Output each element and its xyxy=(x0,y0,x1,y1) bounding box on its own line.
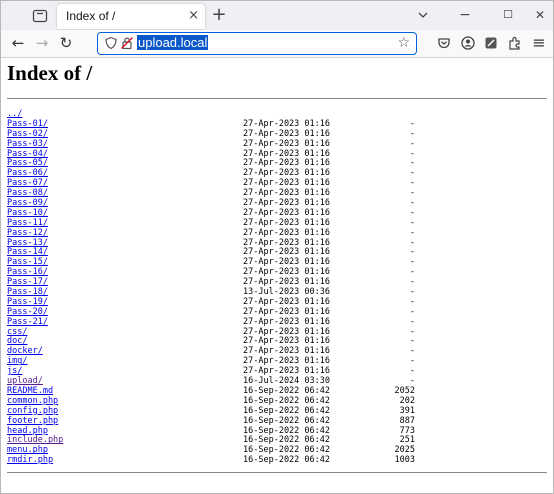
extension-icon[interactable] xyxy=(483,35,499,51)
listing-row: Pass-09/27-Apr-2023 01:16- xyxy=(7,198,427,209)
listing-row: Pass-12/27-Apr-2023 01:16- xyxy=(7,228,427,239)
listing-row: Pass-19/27-Apr-2023 01:16- xyxy=(7,297,427,308)
reload-button[interactable]: ↻ xyxy=(57,34,75,52)
menu-button[interactable]: ≡ xyxy=(530,34,548,52)
maximize-button[interactable]: ☐ xyxy=(499,6,517,24)
new-tab-button[interactable]: + xyxy=(209,5,229,25)
listing-row: Pass-03/27-Apr-2023 01:16- xyxy=(7,139,427,150)
listing-row: Pass-10/27-Apr-2023 01:16- xyxy=(7,208,427,219)
directory-listing: ../Pass-01/27-Apr-2023 01:16- Pass-02/27-… xyxy=(7,109,427,466)
listing-row: footer.php 16-Sep-2022 06:42 887 xyxy=(7,416,427,427)
listing-row: img/27-Apr-2023 01:16- xyxy=(7,356,427,367)
close-window-button[interactable]: ✕ xyxy=(531,6,549,24)
listing-row: Pass-11/27-Apr-2023 01:16- xyxy=(7,218,427,229)
listing-row: ../ xyxy=(7,109,427,120)
entry-size: 1003 xyxy=(394,455,415,466)
listing-row: Pass-06/27-Apr-2023 01:16- xyxy=(7,168,427,179)
listing-row: menu.php 16-Sep-2022 06:42 2025 xyxy=(7,445,427,456)
listing-row: Pass-05/27-Apr-2023 01:16- xyxy=(7,159,427,169)
pocket-icon[interactable] xyxy=(436,35,452,51)
listing-row: Pass-21/27-Apr-2023 01:16- xyxy=(7,317,427,328)
tab-strip: Index of / × + − ☐ ✕ xyxy=(1,1,553,30)
listing-row: README.md 16-Sep-2022 06:42 2052 xyxy=(7,386,427,397)
listing-row: Pass-04/27-Apr-2023 01:16- xyxy=(7,149,427,160)
top-divider xyxy=(7,98,547,99)
tab-index[interactable]: Index of / × xyxy=(57,4,205,29)
entry-link[interactable]: rmdir.php xyxy=(7,455,53,466)
listing-row: doc/27-Apr-2023 01:16- xyxy=(7,337,427,347)
listing-row: common.php 16-Sep-2022 06:42 202 xyxy=(7,396,427,407)
listing-row: Pass-01/27-Apr-2023 01:16- xyxy=(7,119,427,130)
browser-window: Index of / × + − ☐ ✕ ← → ↻ upload.local … xyxy=(0,0,554,494)
listing-row: Pass-02/27-Apr-2023 01:16- xyxy=(7,129,427,140)
listing-row: head.php 16-Sep-2022 06:42 773 xyxy=(7,426,427,437)
list-all-tabs-icon[interactable] xyxy=(415,7,431,23)
address-bar[interactable]: upload.local ☆ xyxy=(97,32,417,55)
tab-close-icon[interactable]: × xyxy=(188,8,199,24)
listing-row: css/27-Apr-2023 01:16- xyxy=(7,327,427,338)
listing-row: Pass-18/13-Jul-2023 00:36- xyxy=(7,287,427,298)
listing-row: config.php 16-Sep-2022 06:42 391 xyxy=(7,406,427,417)
listing-row: rmdir.php 16-Sep-2022 06:42 1003 xyxy=(7,455,427,466)
url-text[interactable]: upload.local xyxy=(137,35,209,50)
bottom-divider xyxy=(7,472,547,473)
listing-row: Pass-15/27-Apr-2023 01:16- xyxy=(7,257,427,268)
listing-row: js/27-Apr-2023 01:16- xyxy=(7,366,427,377)
back-button[interactable]: ← xyxy=(9,34,27,52)
listing-row: Pass-17/27-Apr-2023 01:16- xyxy=(7,277,427,288)
tab-list-icon[interactable] xyxy=(31,7,49,25)
listing-row: Pass-16/27-Apr-2023 01:16- xyxy=(7,267,427,278)
navigation-bar: ← → ↻ upload.local ☆ ≡ xyxy=(1,30,553,58)
listing-row: Pass-07/27-Apr-2023 01:16- xyxy=(7,178,427,189)
listing-row: Pass-14/27-Apr-2023 01:16- xyxy=(7,248,427,258)
minimize-button[interactable]: − xyxy=(456,6,474,24)
tab-title: Index of / xyxy=(66,9,116,23)
shield-icon[interactable] xyxy=(104,36,118,50)
extensions-puzzle-icon[interactable] xyxy=(507,35,523,51)
listing-row: Pass-20/27-Apr-2023 01:16- xyxy=(7,307,427,318)
page-content: Index of / ../Pass-01/27-Apr-2023 01:16-… xyxy=(1,58,553,493)
account-icon[interactable] xyxy=(460,35,476,51)
insecure-lock-icon[interactable] xyxy=(120,36,134,50)
entry-date: 16-Sep-2022 06:42 xyxy=(243,455,330,466)
listing-row: upload/16-Jul-2024 03:30- xyxy=(7,376,427,387)
page-title: Index of / xyxy=(7,61,93,85)
listing-row: Pass-13/27-Apr-2023 01:16- xyxy=(7,238,427,249)
listing-row: Pass-08/27-Apr-2023 01:16- xyxy=(7,188,427,199)
forward-button[interactable]: → xyxy=(33,34,51,52)
listing-row: docker/27-Apr-2023 01:16- xyxy=(7,346,427,357)
bookmark-star-icon[interactable]: ☆ xyxy=(397,34,410,52)
listing-row: include.php 16-Sep-2022 06:42 251 xyxy=(7,435,427,446)
